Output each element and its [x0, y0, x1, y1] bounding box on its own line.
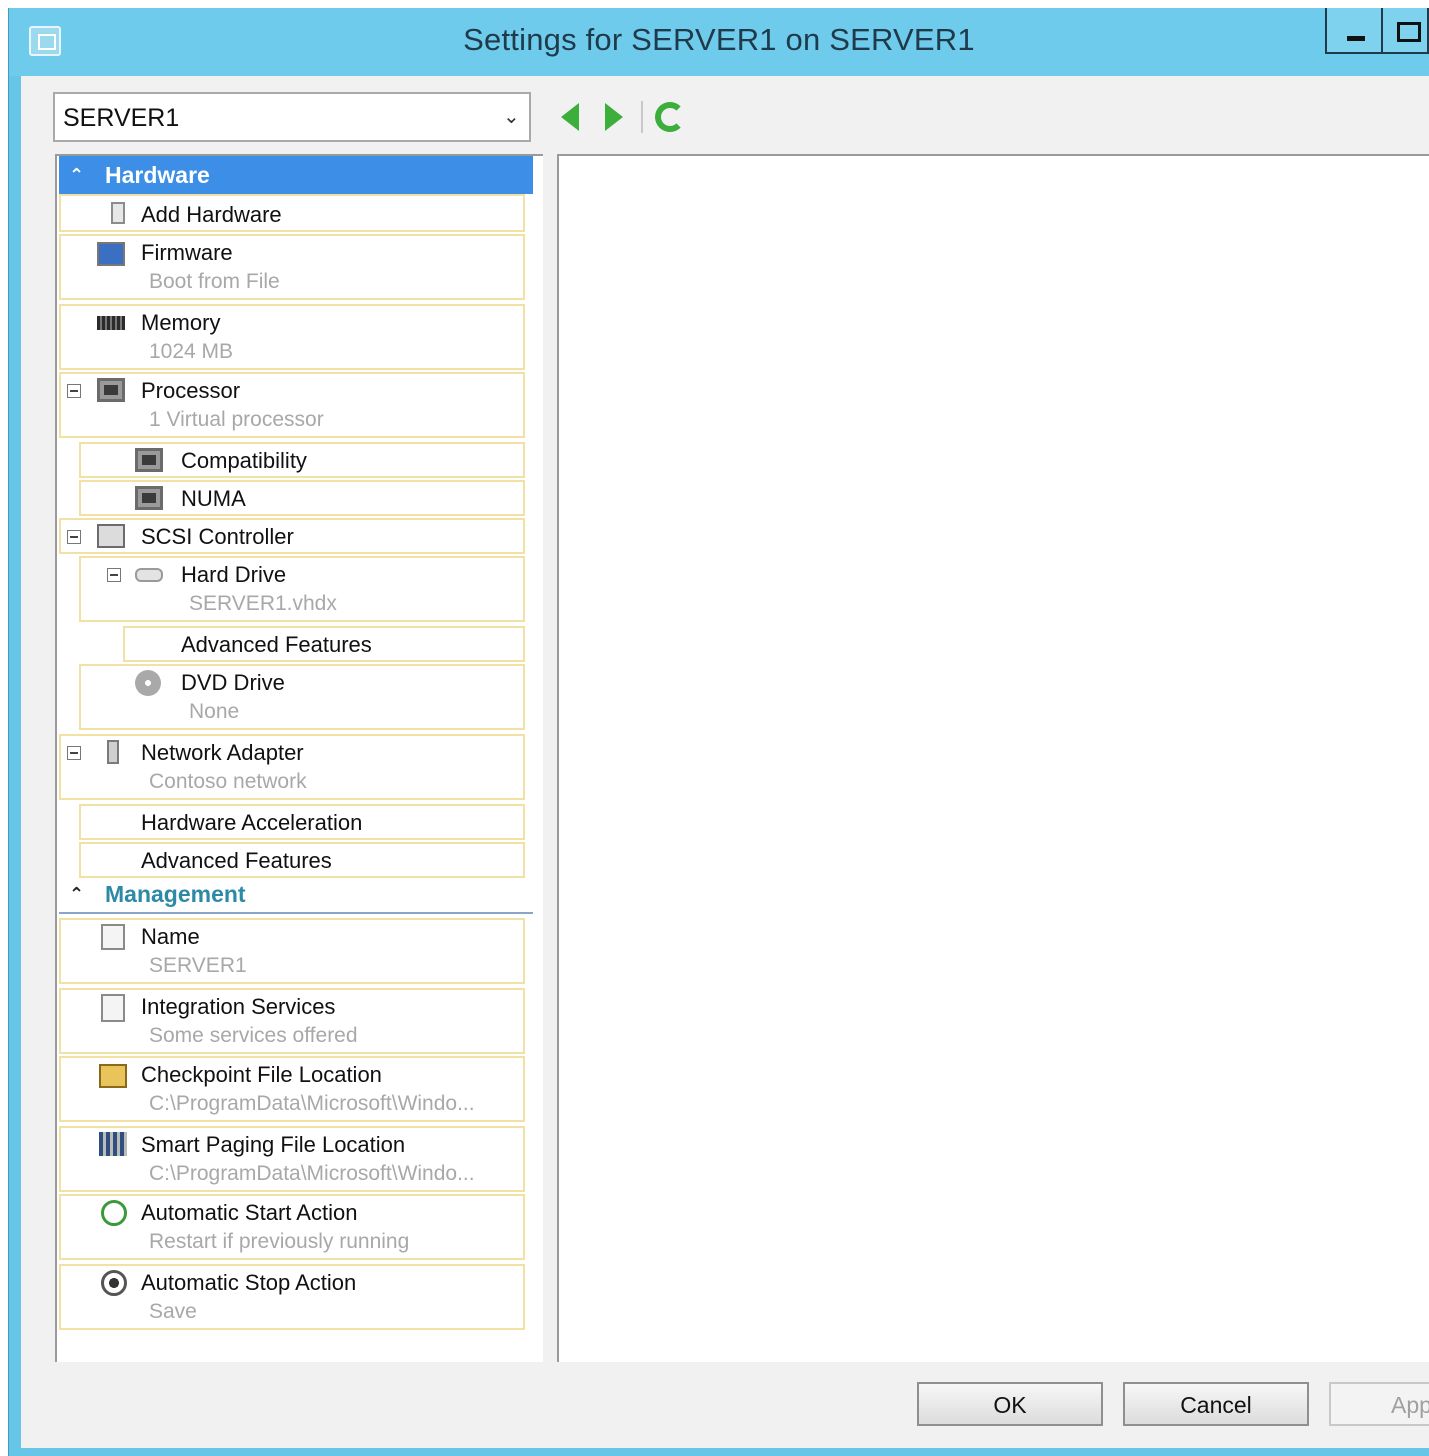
- tree-item-detail: C:\ProgramData\Microsoft\Windo...: [149, 1162, 475, 1185]
- tree-item-label: Smart Paging File Location: [141, 1132, 406, 1157]
- tree-item-label: Processor: [141, 378, 241, 403]
- start-action-icon: [101, 1200, 127, 1226]
- tree-item-hard-drive[interactable]: Hard Drive SERVER1.vhdx: [79, 556, 525, 622]
- collapse-toggle-icon[interactable]: [67, 530, 81, 544]
- stop-action-icon: [101, 1270, 127, 1296]
- processor-icon: [97, 378, 125, 402]
- tree-item-name[interactable]: Name SERVER1: [59, 918, 525, 984]
- tree-item-processor[interactable]: Processor 1 Virtual processor: [59, 372, 525, 438]
- tree-item-label: Name: [141, 924, 200, 949]
- tree-item-automatic-start-action[interactable]: Automatic Start Action Restart if previo…: [59, 1194, 525, 1260]
- tree-item-detail: SERVER1: [149, 954, 247, 977]
- tree-item-detail: 1024 MB: [149, 340, 234, 363]
- tree-item-detail: Some services offered: [149, 1024, 358, 1047]
- tree-item-dvd-drive[interactable]: DVD Drive None: [79, 664, 525, 730]
- vm-selector-value: SERVER1: [63, 104, 180, 132]
- tree-item-numa[interactable]: NUMA: [79, 480, 525, 516]
- tree-item-detail: Contoso network: [149, 770, 307, 793]
- tree-item-automatic-stop-action[interactable]: Automatic Stop Action Save: [59, 1264, 525, 1330]
- tree-item-label: Advanced Features: [141, 848, 332, 873]
- dvd-drive-icon: [135, 670, 161, 696]
- collapse-toggle-icon[interactable]: [67, 384, 81, 398]
- tree-item-label: Advanced Features: [181, 632, 372, 657]
- checkpoint-folder-icon: [99, 1064, 127, 1088]
- add-hardware-icon: [111, 202, 125, 224]
- hard-drive-icon: [135, 568, 163, 582]
- collapse-chevron-icon[interactable]: ⌃: [69, 884, 89, 905]
- settings-window: Settings for SERVER1 on SERVER1 SERVER1 …: [8, 8, 1429, 1456]
- scsi-controller-icon: [97, 524, 125, 548]
- section-title: Management: [105, 880, 246, 907]
- name-icon: [101, 924, 125, 950]
- tree-item-label: Automatic Stop Action: [141, 1270, 357, 1295]
- section-header-management[interactable]: ⌃ Management: [59, 876, 533, 914]
- window-title: Settings for SERVER1 on SERVER1: [463, 22, 975, 57]
- collapse-toggle-icon[interactable]: [107, 568, 121, 582]
- tree-item-label: DVD Drive: [181, 670, 285, 695]
- navigation-toolbar: [561, 100, 685, 134]
- maximize-button[interactable]: [1383, 8, 1429, 54]
- tree-item-integration-services[interactable]: Integration Services Some services offer…: [59, 988, 525, 1054]
- tree-item-detail: C:\ProgramData\Microsoft\Windo...: [149, 1092, 475, 1115]
- tree-item-scsi-controller[interactable]: SCSI Controller: [59, 518, 525, 554]
- tree-item-label: Network Adapter: [141, 740, 304, 765]
- processor-icon: [135, 448, 163, 472]
- processor-icon: [135, 486, 163, 510]
- tree-item-network-advanced-features[interactable]: Advanced Features: [79, 842, 525, 878]
- chevron-down-icon: ⌄: [503, 106, 520, 128]
- tree-item-label: SCSI Controller: [141, 524, 294, 549]
- apply-button[interactable]: Appl: [1329, 1382, 1429, 1426]
- tree-item-label: Compatibility: [181, 448, 307, 473]
- tree-item-label: Hard Drive: [181, 562, 287, 587]
- tree-item-network-adapter[interactable]: Network Adapter Contoso network: [59, 734, 525, 800]
- tree-item-label: Automatic Start Action: [141, 1200, 358, 1225]
- cancel-button[interactable]: Cancel: [1123, 1382, 1309, 1426]
- settings-detail-pane: [557, 154, 1429, 1362]
- tree-item-detail: Boot from File: [149, 270, 280, 293]
- tree-item-detail: 1 Virtual processor: [149, 408, 324, 431]
- memory-icon: [97, 316, 125, 330]
- tree-item-label: Memory: [141, 310, 221, 335]
- refresh-icon[interactable]: [655, 102, 685, 132]
- tree-item-checkpoint-file-location[interactable]: Checkpoint File Location C:\ProgramData\…: [59, 1056, 525, 1122]
- section-header-hardware[interactable]: ⌃ Hardware: [59, 156, 533, 194]
- forward-arrow-icon[interactable]: [605, 103, 623, 131]
- tree-item-compatibility[interactable]: Compatibility: [79, 442, 525, 478]
- tree-item-detail: SERVER1.vhdx: [189, 592, 337, 615]
- tree-item-detail: None: [189, 700, 240, 723]
- tree-item-smart-paging-file-location[interactable]: Smart Paging File Location C:\ProgramDat…: [59, 1126, 525, 1192]
- tree-item-label: Add Hardware: [141, 202, 282, 227]
- tree-item-detail: Save: [149, 1300, 197, 1323]
- minimize-button[interactable]: [1325, 8, 1383, 54]
- tree-item-label: Integration Services: [141, 994, 336, 1019]
- tree-item-label: Checkpoint File Location: [141, 1062, 382, 1087]
- title-bar[interactable]: Settings for SERVER1 on SERVER1: [9, 8, 1429, 76]
- integration-services-icon: [101, 994, 125, 1022]
- back-arrow-icon[interactable]: [561, 103, 579, 131]
- client-area: SERVER1 ⌄ ⌃ Hardware Add Hardware Firmwa…: [21, 76, 1429, 1448]
- firmware-icon: [97, 242, 125, 266]
- tree-item-hard-drive-advanced-features[interactable]: Advanced Features: [123, 626, 525, 662]
- tree-item-hardware-acceleration[interactable]: Hardware Acceleration: [79, 804, 525, 840]
- ok-button[interactable]: OK: [917, 1382, 1103, 1426]
- section-title: Hardware: [105, 161, 210, 188]
- tree-item-label: NUMA: [181, 486, 246, 511]
- smart-paging-icon: [99, 1132, 127, 1156]
- vm-selector-dropdown[interactable]: SERVER1 ⌄: [53, 92, 531, 142]
- tree-item-add-hardware[interactable]: Add Hardware: [59, 194, 525, 232]
- network-adapter-icon: [107, 740, 119, 764]
- collapse-chevron-icon[interactable]: ⌃: [69, 165, 89, 186]
- toolbar-divider: [641, 101, 643, 133]
- settings-tree[interactable]: ⌃ Hardware Add Hardware Firmware Boot fr…: [55, 154, 543, 1362]
- tree-item-detail: Restart if previously running: [149, 1230, 410, 1253]
- collapse-toggle-icon[interactable]: [67, 746, 81, 760]
- tree-item-firmware[interactable]: Firmware Boot from File: [59, 234, 525, 300]
- tree-item-label: Hardware Acceleration: [141, 810, 363, 835]
- tree-item-memory[interactable]: Memory 1024 MB: [59, 304, 525, 370]
- tree-item-label: Firmware: [141, 240, 233, 265]
- window-controls: [1325, 8, 1429, 56]
